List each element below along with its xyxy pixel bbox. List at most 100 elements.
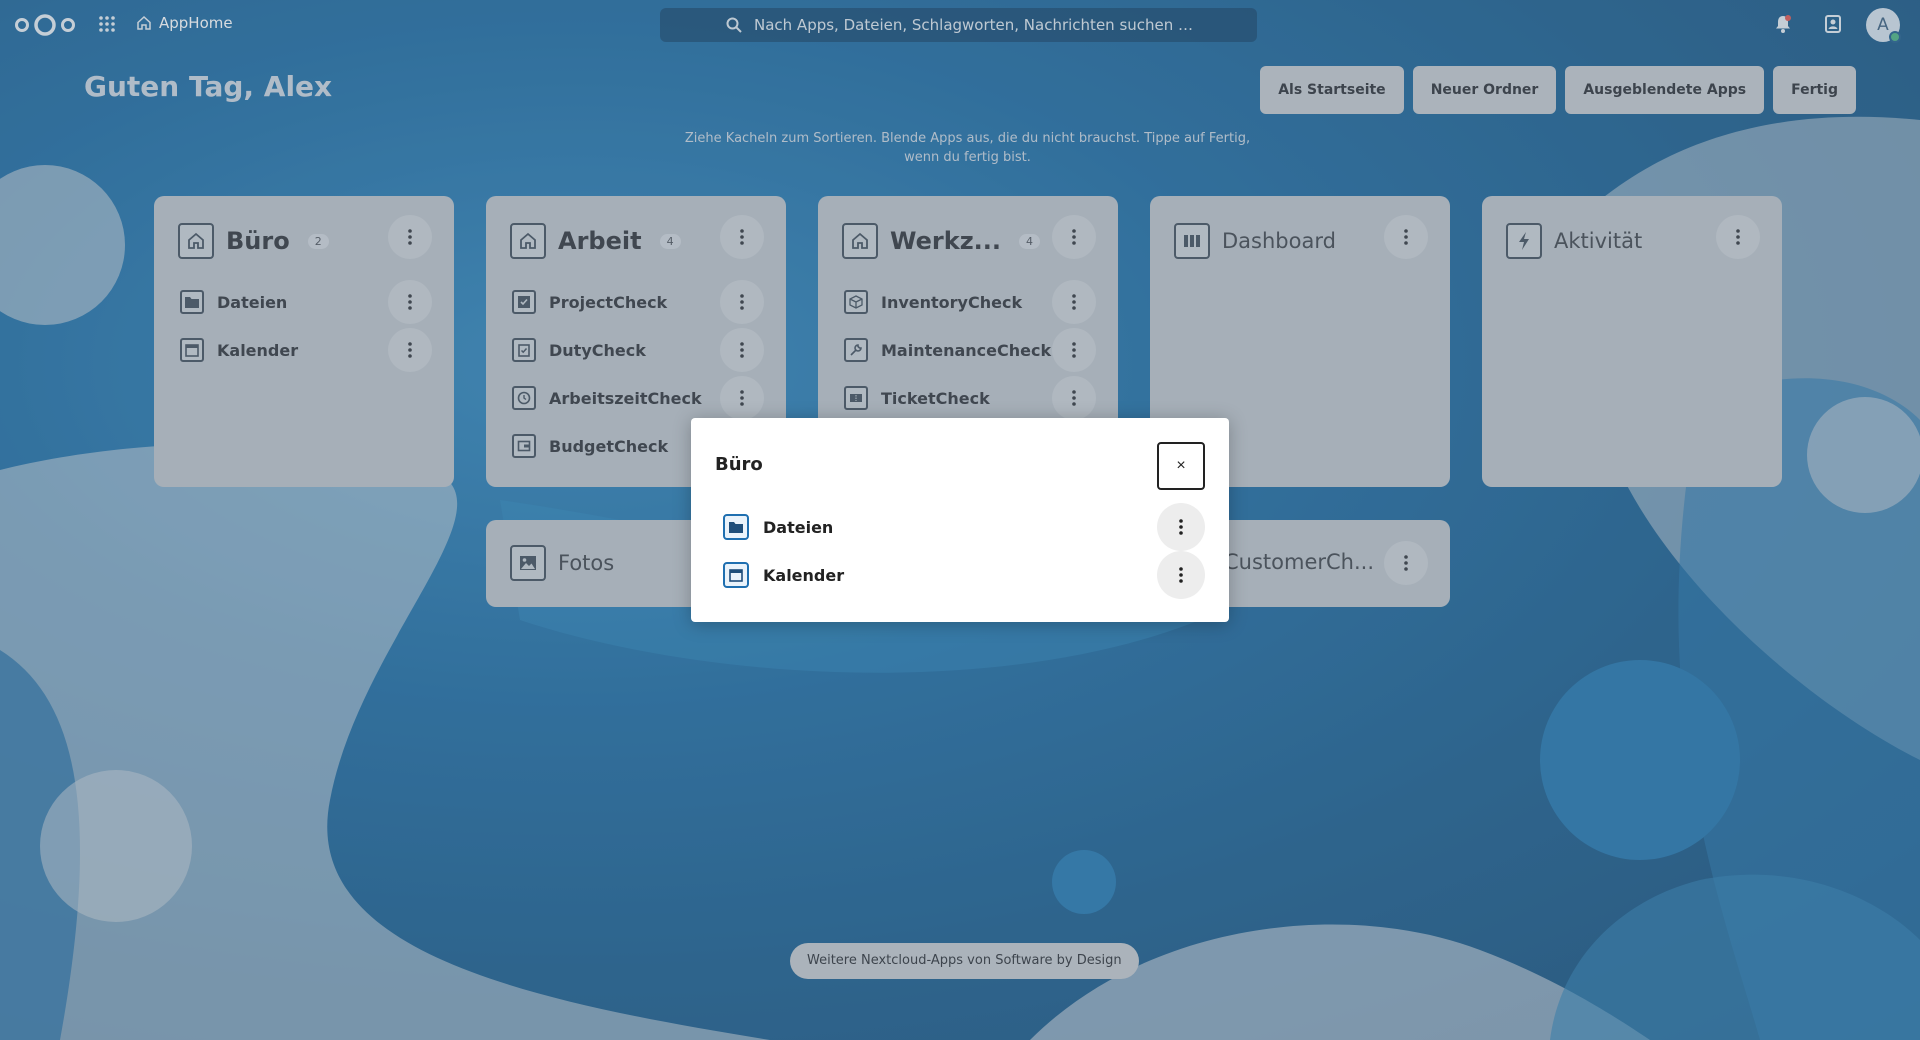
top-bar: AppHome Nach Apps, Dateien, Schlagworten… [0,0,1920,50]
tile-title: Büro [226,227,290,255]
nextcloud-logo[interactable] [14,12,76,38]
tile-menu-button[interactable] [388,215,432,259]
tile-title: Dashboard [1222,229,1336,253]
modal-app-label: Dateien [763,517,834,537]
set-home-button[interactable]: Als Startseite [1260,66,1404,114]
dashboard-icon [1174,223,1210,259]
tile-menu-button[interactable] [1384,541,1428,585]
app-menu-button[interactable] [1052,376,1096,420]
sort-hint-line-2: wenn du fertig bist. [904,150,1031,165]
tile-menu-button[interactable] [720,215,764,259]
app-label: Kalender [217,340,299,360]
kebab-icon [1404,555,1408,571]
close-button[interactable]: × [1157,442,1205,490]
calendar-icon [180,338,204,362]
image-icon [510,545,546,581]
user-avatar[interactable]: A [1866,8,1901,43]
app-tile-aktivitaet[interactable]: Aktivität [1482,196,1782,487]
app-row-kalender[interactable]: Kalender [180,338,298,362]
folder-modal: Büro × Dateien Kalender [691,418,1229,622]
kebab-icon [740,294,744,310]
folder-tile-buero[interactable]: Büro 2 Dateien Kalender [154,196,454,487]
modal-app-row-kalender[interactable]: Kalender [723,562,844,588]
kebab-icon [1072,390,1076,406]
clipboard-check-icon [512,338,536,362]
app-row-ticketcheck[interactable]: TicketCheck [844,386,990,410]
kebab-icon [740,229,744,245]
more-apps-link[interactable]: Weitere Nextcloud-Apps von Software by D… [790,943,1139,979]
app-row-dateien[interactable]: Dateien [180,290,287,314]
kebab-icon [1736,229,1740,245]
app-row-maintenancecheck[interactable]: MaintenanceCheck [844,338,1051,362]
tile-title: CustomerCh... [1224,550,1375,574]
wrench-icon [844,338,868,362]
tile-count-badge: 4 [1019,233,1041,249]
tile-title: Arbeit [558,227,642,255]
app-label: Dateien [217,292,288,312]
hidden-apps-button[interactable]: Ausgeblendete Apps [1565,66,1765,114]
search-input[interactable]: Nach Apps, Dateien, Schlagworten, Nachri… [660,8,1257,42]
app-menu-button[interactable] [388,328,432,372]
app-row-arbeitszeitcheck[interactable]: ArbeitszeitCheck [512,386,702,410]
app-label: InventoryCheck [881,292,1023,312]
folder-home-icon [178,223,214,259]
modal-app-label: Kalender [763,565,845,585]
tile-header: Büro 2 [178,223,329,259]
tile-title: Fotos [558,551,615,575]
app-menu-button[interactable] [1052,328,1096,372]
kebab-icon [1072,342,1076,358]
checklist-icon [512,290,536,314]
tile-header: Werkz... 4 [842,223,1041,259]
app-label: TicketCheck [881,388,990,408]
kebab-icon [1072,229,1076,245]
tile-count-badge: 2 [307,233,329,249]
folder-icon [723,514,749,540]
kebab-icon [740,390,744,406]
new-folder-button[interactable]: Neuer Ordner [1412,66,1557,114]
kebab-icon [1404,229,1408,245]
app-row-budgetcheck[interactable]: BudgetCheck [512,434,668,458]
tile-count-badge: 4 [659,233,681,249]
tile-menu-button[interactable] [1384,215,1428,259]
calendar-icon [723,562,749,588]
folder-icon [180,290,204,314]
app-menu-button[interactable] [1052,280,1096,324]
app-label: ProjectCheck [549,292,668,312]
kebab-icon [408,342,412,358]
app-row-dutycheck[interactable]: DutyCheck [512,338,646,362]
home-icon [137,15,151,30]
app-menu-button[interactable] [720,280,764,324]
box-icon [844,290,868,314]
close-icon: × [1176,457,1186,474]
tile-menu-button[interactable] [1052,215,1096,259]
done-button[interactable]: Fertig [1773,66,1856,114]
modal-app-row-dateien[interactable]: Dateien [723,514,833,540]
app-menu-button[interactable] [720,376,764,420]
notifications-icon[interactable] [1773,14,1793,34]
app-label: ArbeitszeitCheck [549,388,702,408]
edit-toolbar: Als Startseite Neuer Ordner Ausgeblendet… [1260,66,1856,114]
kebab-icon [1179,519,1183,535]
kebab-icon [1179,567,1183,583]
apps-grid-icon[interactable] [98,15,116,33]
tile-title: Werkz... [890,227,1002,255]
greeting-title: Guten Tag, Alex [84,70,333,103]
app-label: DutyCheck [549,340,646,360]
app-label: BudgetCheck [549,436,669,456]
clock-icon [512,386,536,410]
tile-header: Fotos [510,545,614,581]
avatar-initial: A [1877,15,1889,35]
app-row-projectcheck[interactable]: ProjectCheck [512,290,667,314]
search-icon [726,17,742,33]
online-status-dot [1889,31,1901,43]
tile-title: Aktivität [1554,229,1643,253]
modal-app-menu-button[interactable] [1157,551,1205,599]
sort-hint-line-1: Ziehe Kacheln zum Sortieren. Blende Apps… [684,131,1251,146]
modal-app-menu-button[interactable] [1157,503,1205,551]
app-menu-button[interactable] [720,328,764,372]
tile-menu-button[interactable] [1716,215,1760,259]
app-row-inventorycheck[interactable]: InventoryCheck [844,290,1022,314]
app-menu-button[interactable] [388,280,432,324]
app-home-link[interactable]: AppHome [136,14,233,32]
contacts-icon[interactable] [1823,14,1843,34]
